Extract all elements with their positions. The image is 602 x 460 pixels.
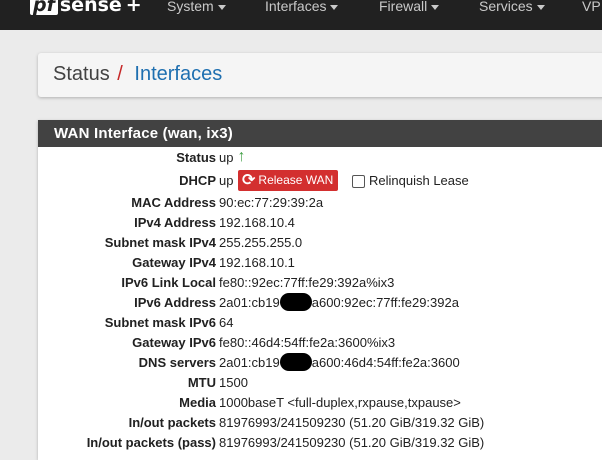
subnet-mask-ipv4-row: Subnet mask IPv4 255.255.255.0 [38,233,602,253]
row-label: IPv6 Address [134,295,216,310]
row-label: DHCP [179,173,216,188]
nav-menu-label: VP [582,0,601,14]
in-out-packets-row: In/out packets 81976993/241509230 (51.20… [38,413,602,433]
refresh-icon: ⟳ [242,171,256,189]
ipv4-address-row: IPv4 Address 192.168.10.4 [38,213,602,233]
release-wan-label: Release WAN [258,173,334,187]
nav-menu-label: Services [479,0,533,14]
release-wan-button[interactable]: ⟳ Release WAN [238,170,339,191]
row-label: IPv6 Link Local [121,275,216,290]
dns-prefix: 2a01:cb19 [219,355,280,370]
dns-suffix: a600:46d4:54ff:fe2a:3600 [311,355,460,370]
status-row: Status up ↑ [38,148,602,168]
redaction-mark [279,293,312,311]
row-label: Subnet mask IPv6 [104,315,216,330]
row-label: DNS servers [138,355,216,370]
status-value: up [219,150,234,165]
media-row: Media 1000baseT <full-duplex,rxpause,txp… [38,393,602,413]
dhcp-value: up [219,173,234,188]
gateway-ipv6-row: Gateway IPv6 fe80::46d4:54ff:fe2a:3600%i… [38,333,602,353]
nav-menu-label: System [167,0,214,14]
row-label: In/out packets (pass) [86,435,216,450]
row-label: MAC Address [131,195,216,210]
row-value: 81976993/241509230 (51.20 GiB/319.32 GiB… [219,415,485,430]
breadcrumb-text: Status / Interfaces [53,63,222,86]
ipv6-prefix: 2a01:cb19 [219,295,280,310]
dns-servers-row: DNS servers 2a01:cb19 a600:46d4:54ff:fe2a… [38,353,602,373]
row-value: 64 [219,315,234,330]
row-value: up ↑ [219,148,245,168]
row-value: 255.255.255.0 [219,235,303,250]
row-value: 192.168.10.1 [219,255,295,270]
caret-down-icon [217,4,226,10]
subnet-mask-ipv6-row: Subnet mask IPv6 64 [38,313,602,333]
logo-sense: sense [59,0,122,16]
row-value: 81976993/241509230 (51.20 GiB/319.32 GiB… [219,435,485,450]
row-label: Media [179,395,216,410]
mac-address-row: MAC Address 90:ec:77:29:39:2a [38,193,602,213]
row-value: 2a01:cb19 a600:46d4:54ff:fe2a:3600 [219,353,460,373]
ipv6-suffix: a600:92ec:77ff:fe29:392a [311,295,459,310]
pfsense-logo[interactable]: pf sense + [30,0,142,16]
row-value: 90:ec:77:29:39:2a [219,195,324,210]
top-navbar: pf sense + System Interfaces Firewall Se… [0,0,602,30]
row-value: 192.168.10.4 [219,215,295,230]
nav-menu-firewall[interactable]: Firewall [379,0,440,15]
row-label: Subnet mask IPv4 [104,235,216,250]
row-value: 1000baseT <full-duplex,rxpause,txpause> [219,395,461,410]
row-label: Status [176,150,216,165]
mtu-row: MTU 1500 [38,373,602,393]
nav-menu-system[interactable]: System [167,0,226,15]
relinquish-lease-label[interactable]: Relinquish Lease [369,171,469,191]
arrow-up-icon: ↑ [237,148,246,165]
ipv6-link-local-row: IPv6 Link Local fe80::92ec:77ff:fe29:392… [38,273,602,293]
caret-down-icon [431,4,440,10]
caret-down-icon [536,4,545,10]
breadcrumb-separator: / [117,63,123,85]
row-value: fe80::46d4:54ff:fe2a:3600%ix3 [219,335,396,350]
row-label: IPv4 Address [134,215,216,230]
gateway-ipv4-row: Gateway IPv4 192.168.10.1 [38,253,602,273]
logo-pf: pf [30,0,58,15]
breadcrumb-current-link[interactable]: Interfaces [134,63,222,85]
nav-menu-vpn[interactable]: VP [582,0,601,15]
relinquish-lease-checkbox[interactable] [352,175,365,188]
in-out-packets-pass-row: In/out packets (pass) 81976993/241509230… [38,433,602,453]
panel-title: WAN Interface (wan, ix3) [38,120,602,147]
breadcrumb-root: Status [53,63,110,85]
row-label: Gateway IPv4 [132,255,216,270]
row-label: In/out packets [128,415,216,430]
nav-menu-interfaces[interactable]: Interfaces [265,0,339,15]
row-value: 1500 [219,375,248,390]
redaction-mark [279,353,312,371]
nav-menu-label: Interfaces [265,0,327,14]
nav-menu-label: Firewall [379,0,428,14]
row-label: MTU [187,375,216,390]
caret-down-icon [330,4,339,10]
dhcp-row: DHCP up ⟳ Release WAN Relinquish Lease [38,170,602,191]
row-value: 2a01:cb19 a600:92ec:77ff:fe29:392a [219,293,459,313]
breadcrumb: Status / Interfaces [38,53,602,97]
row-label: Gateway IPv6 [132,335,216,350]
row-value: fe80::92ec:77ff:fe29:392a%ix3 [219,275,395,290]
ipv6-address-row: IPv6 Address 2a01:cb19 a600:92ec:77ff:fe2… [38,293,602,313]
wan-interface-panel: WAN Interface (wan, ix3) Status up ↑ DHCP… [38,120,602,460]
logo-plus: + [125,0,142,16]
nav-menu-services[interactable]: Services [479,0,545,15]
